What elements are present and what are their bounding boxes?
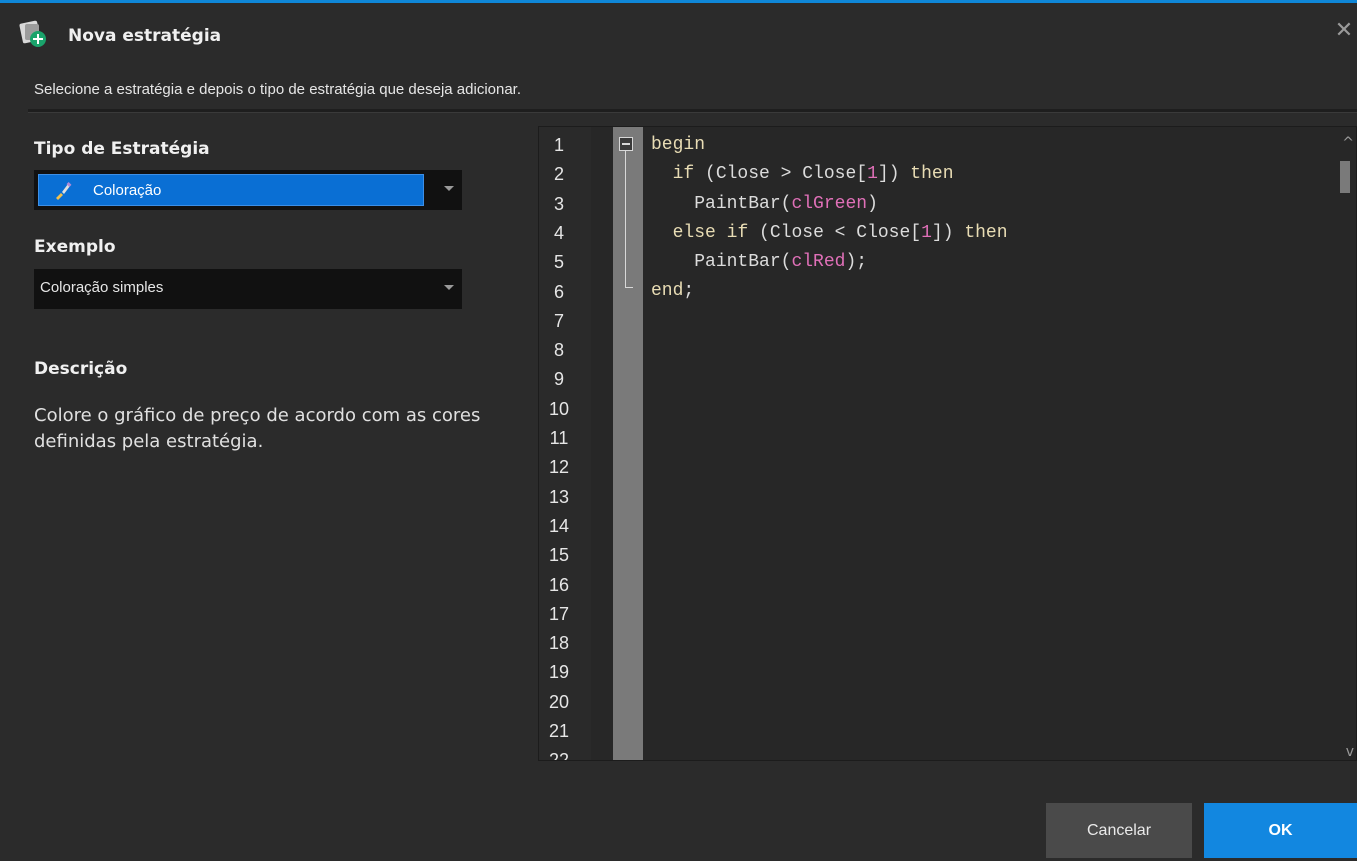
- line-number: 8: [553, 340, 564, 361]
- code-line: else if (Close < Close[1]) then: [672, 222, 1008, 243]
- strategy-add-icon: [18, 18, 48, 48]
- code-editor[interactable]: 1 2 3 4 5 6 7 8 9 10 11 12 13 14 15 16 17 18 19 20 21 22 begi…: [538, 126, 1357, 761]
- title-bar: Nova estratégia ✕: [0, 6, 1357, 66]
- fold-margin: [613, 127, 643, 760]
- code-line: begin: [651, 135, 706, 155]
- chevron-down-icon[interactable]: [444, 285, 454, 290]
- line-number: 17: [548, 603, 570, 624]
- line-number: 15: [548, 545, 570, 566]
- fold-guide-end: [625, 287, 633, 288]
- paint-brush-icon: [53, 181, 73, 201]
- strategy-type-select[interactable]: Coloração: [34, 170, 462, 210]
- chevron-down-icon[interactable]: [444, 186, 454, 191]
- new-strategy-dialog: Nova estratégia ✕ Selecione a estratégia…: [0, 0, 1357, 861]
- example-select[interactable]: Coloração simples: [34, 269, 462, 309]
- line-number: 19: [548, 662, 570, 683]
- line-number: 3: [553, 193, 564, 214]
- line-number: 12: [548, 457, 570, 478]
- dialog-subtitle: Selecione a estratégia e depois o tipo d…: [34, 81, 522, 98]
- fold-guide: [625, 151, 626, 287]
- line-number: 9: [553, 369, 564, 390]
- description-text: Colore o gráfico de preço de acordo com …: [34, 405, 481, 452]
- line-number: 22: [548, 750, 570, 761]
- ok-button[interactable]: OK: [1204, 803, 1357, 858]
- scroll-up-icon[interactable]: ^: [1342, 135, 1354, 151]
- code-line: PaintBar(clRed);: [694, 252, 868, 273]
- line-number: 13: [548, 486, 570, 507]
- line-number: 1: [553, 135, 564, 155]
- line-number: 21: [548, 721, 570, 741]
- line-number: 7: [553, 310, 564, 331]
- line-number: 20: [548, 691, 570, 712]
- example-value: Coloração simples: [40, 279, 164, 296]
- scrollbar-thumb[interactable]: [1340, 161, 1350, 193]
- code-line: if (Close > Close[1]) then: [672, 164, 954, 185]
- collapse-icon[interactable]: [619, 137, 633, 151]
- scroll-down-icon[interactable]: v: [1346, 744, 1354, 760]
- strategy-type-selected-item[interactable]: Coloração: [38, 174, 424, 206]
- strategy-type-label: Tipo de Estratégia: [34, 139, 210, 159]
- code-line: end;: [651, 281, 695, 302]
- line-number: 2: [553, 164, 564, 185]
- strategy-type-value: Coloração: [93, 182, 162, 199]
- line-number: 16: [548, 574, 570, 595]
- line-number: 5: [553, 252, 564, 273]
- line-number: 11: [549, 428, 569, 448]
- code-line: PaintBar(clGreen): [694, 193, 878, 214]
- divider: [28, 109, 1357, 113]
- example-label: Exemplo: [34, 237, 116, 257]
- line-number: 18: [548, 633, 570, 654]
- description-label: Descrição: [34, 359, 128, 379]
- cancel-button[interactable]: Cancelar: [1046, 803, 1192, 858]
- line-number: 6: [553, 281, 564, 302]
- line-number: 10: [548, 398, 570, 419]
- code-content[interactable]: begin if (Close > Close[1]) then PaintBa…: [651, 131, 1008, 307]
- close-icon[interactable]: ✕: [1331, 18, 1357, 44]
- line-number: 14: [548, 515, 570, 536]
- dialog-title: Nova estratégia: [68, 26, 222, 46]
- line-number: 4: [553, 222, 564, 243]
